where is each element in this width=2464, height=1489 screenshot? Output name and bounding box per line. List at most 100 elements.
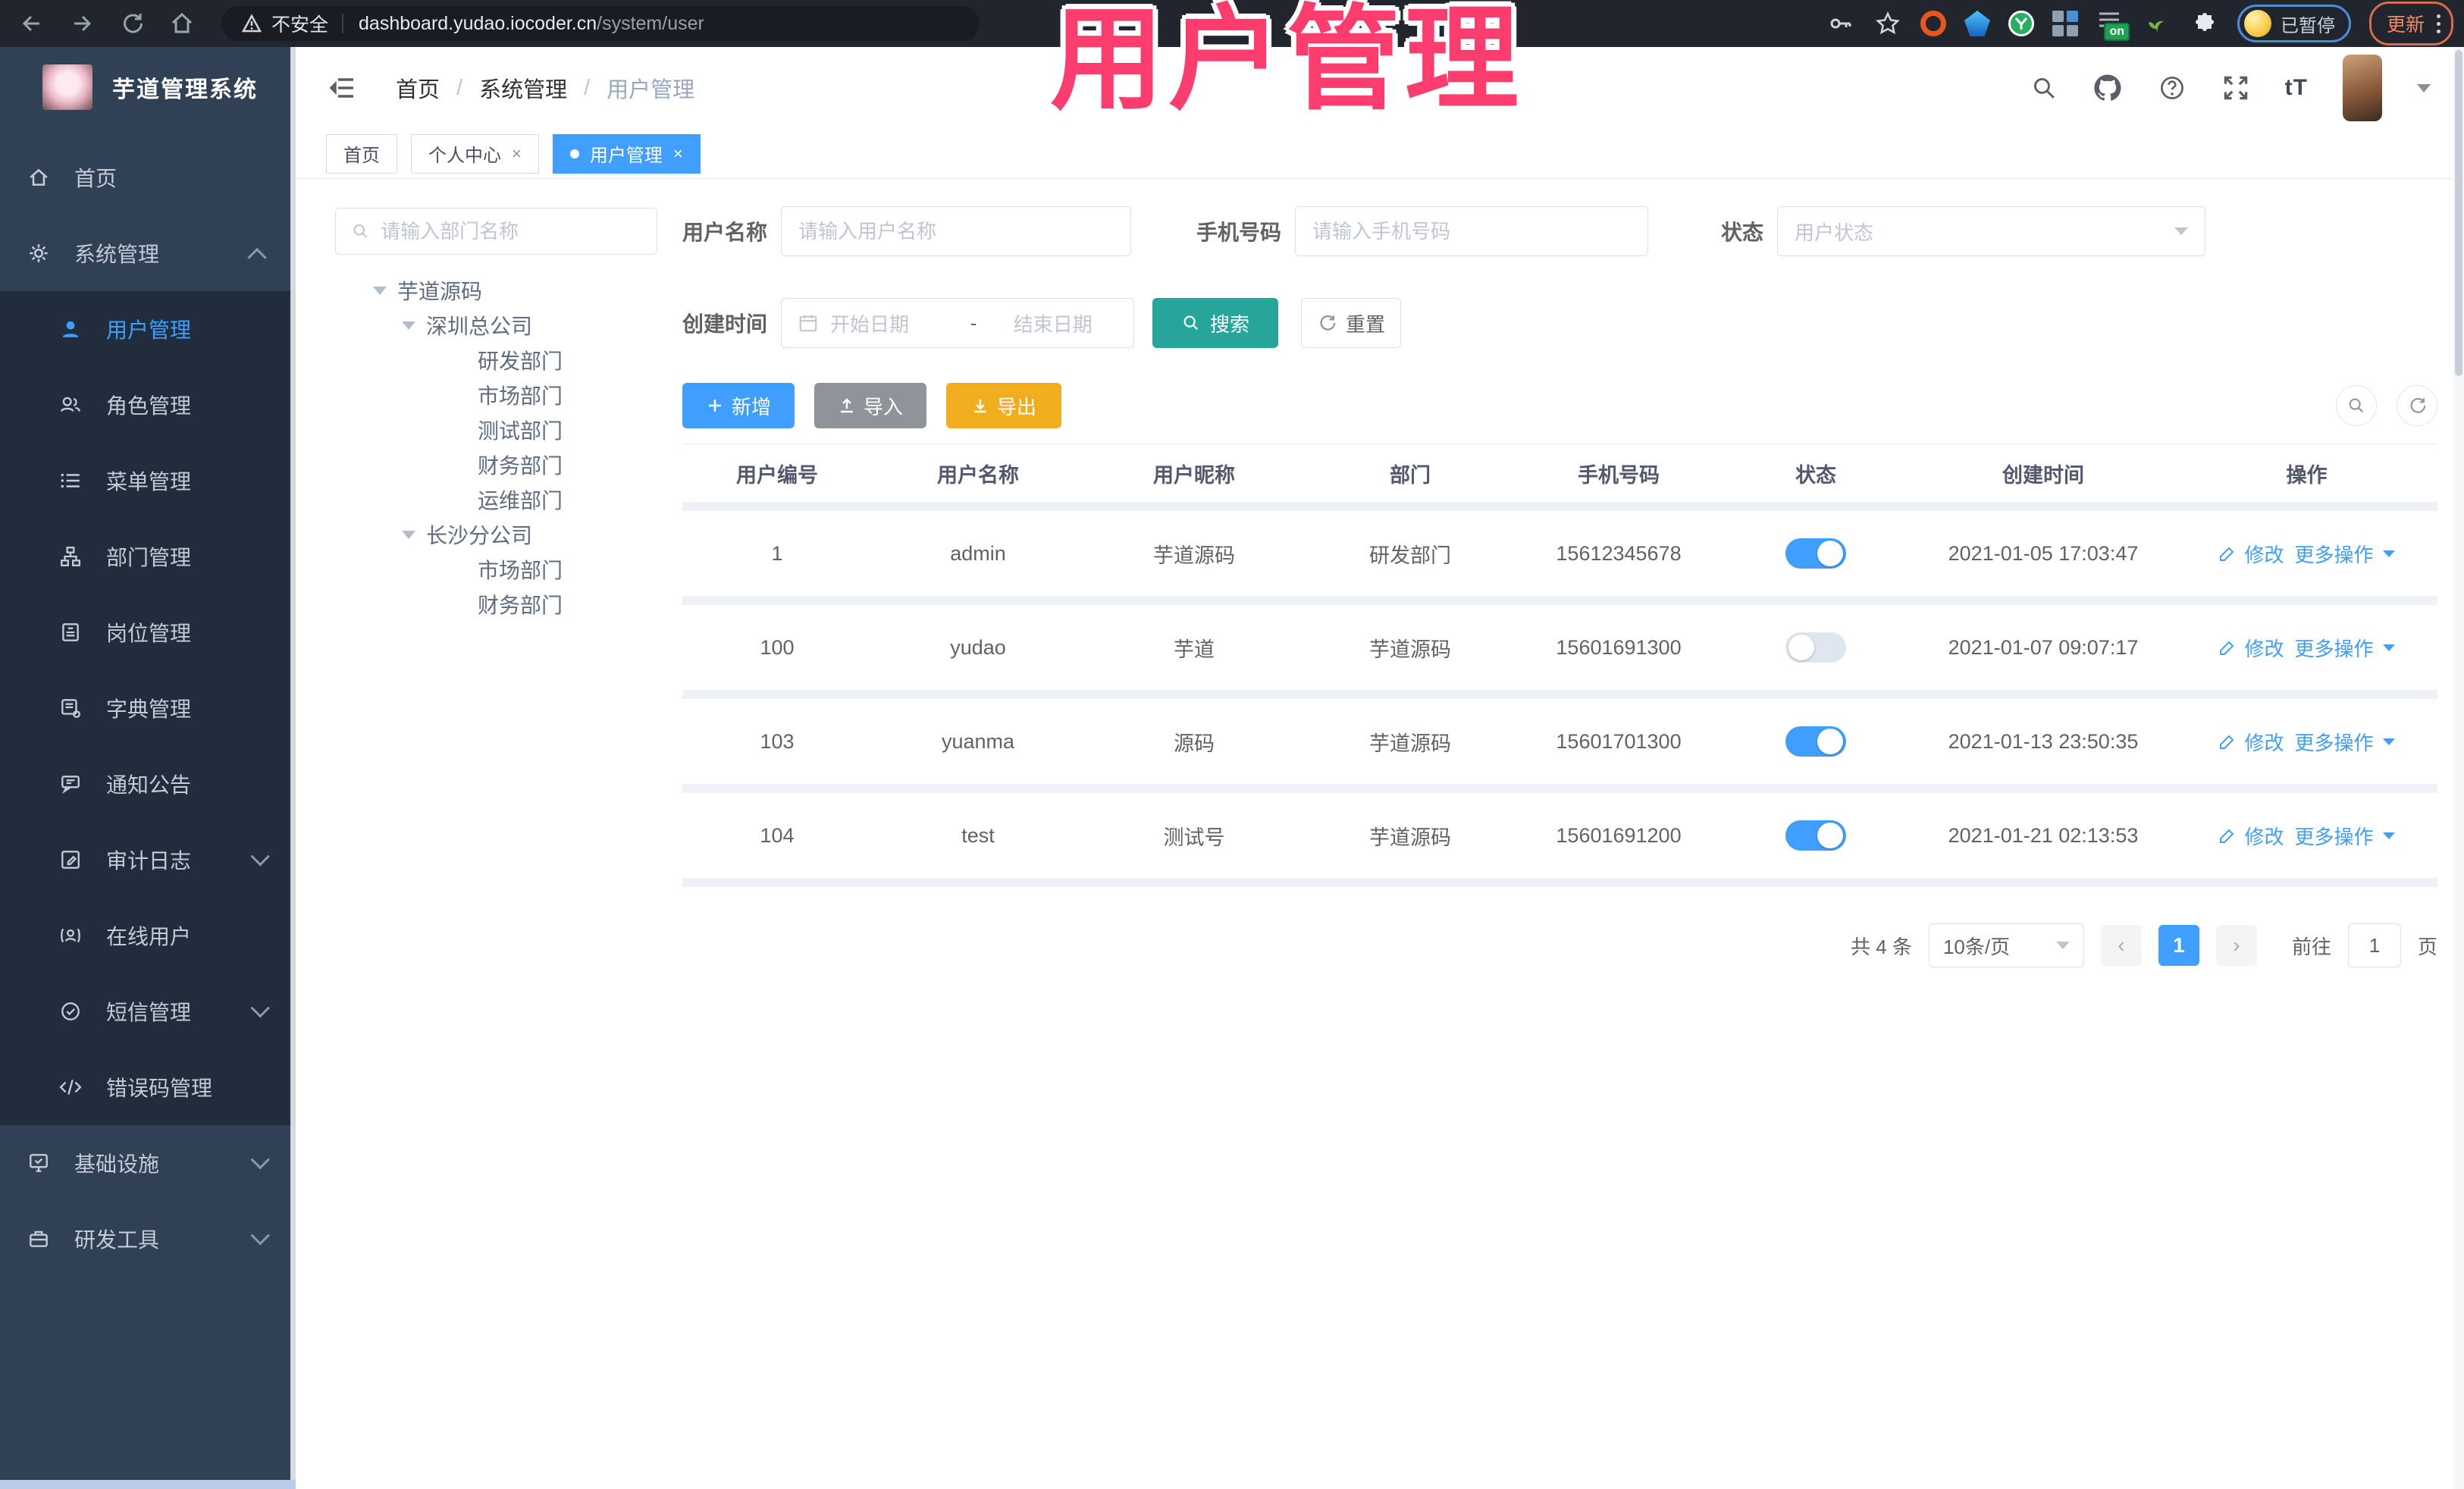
- sidebar-item-infrastructure[interactable]: 基础设施: [0, 1125, 296, 1201]
- sidebar-item-notice[interactable]: 通知公告: [0, 746, 296, 822]
- user-avatar[interactable]: [2343, 55, 2382, 121]
- mobile-field[interactable]: [1295, 206, 1649, 256]
- browser-home-button[interactable]: [167, 8, 197, 39]
- page-scrollbar[interactable]: [2453, 47, 2464, 1489]
- sidebar-item-online-users[interactable]: 在线用户: [0, 898, 296, 973]
- close-icon[interactable]: ×: [512, 144, 522, 164]
- close-icon[interactable]: ×: [673, 144, 683, 164]
- search-button[interactable]: 搜索: [1152, 298, 1279, 348]
- status-toggle[interactable]: [1785, 632, 1846, 663]
- sidebar-item-system[interactable]: 系统管理: [0, 215, 296, 291]
- page-number-button[interactable]: 1: [2158, 925, 2199, 966]
- more-actions-link[interactable]: 更多操作: [2295, 634, 2395, 662]
- status-toggle[interactable]: [1785, 820, 1846, 851]
- sidebar-item-dev-tools[interactable]: 研发工具: [0, 1201, 296, 1277]
- mobile-input[interactable]: [1312, 219, 1632, 243]
- tree-expand-icon[interactable]: [402, 321, 415, 330]
- bookmark-star-icon[interactable]: [1873, 9, 1902, 38]
- tree-expand-icon[interactable]: [402, 530, 415, 539]
- sidebar-item-menu-mgmt[interactable]: 菜单管理: [0, 443, 296, 519]
- browser-menu-icon[interactable]: [2437, 14, 2440, 33]
- browser-update-button[interactable]: 更新: [2368, 2, 2453, 45]
- col-header[interactable]: 操作: [2176, 459, 2437, 488]
- tree-node[interactable]: 芋道源码: [335, 273, 669, 308]
- tag-user-mgmt[interactable]: 用户管理 ×: [552, 133, 701, 174]
- tree-node[interactable]: 研发部门: [335, 343, 669, 378]
- tree-node[interactable]: 运维部门: [335, 482, 669, 517]
- import-button[interactable]: 导入: [814, 383, 926, 428]
- extensions-puzzle-icon[interactable]: [2190, 9, 2219, 38]
- tree-node[interactable]: 深圳总公司: [335, 308, 669, 343]
- address-bar[interactable]: 不安全 dashboard.yudao.iocoder.cn /system/u…: [221, 6, 980, 41]
- tree-node[interactable]: 测试部门: [335, 412, 669, 447]
- sidebar-item-user-mgmt[interactable]: 用户管理: [0, 291, 296, 367]
- collapse-sidebar-icon[interactable]: [329, 74, 356, 102]
- more-actions-link[interactable]: 更多操作: [2295, 822, 2395, 850]
- next-page-button[interactable]: ›: [2215, 925, 2257, 966]
- github-icon[interactable]: [2093, 73, 2123, 103]
- breadcrumb-home[interactable]: 首页: [396, 72, 440, 104]
- sidebar-item-post-mgmt[interactable]: 岗位管理: [0, 594, 296, 670]
- col-header[interactable]: 手机号码: [1516, 459, 1721, 488]
- extension-ubuntu-icon[interactable]: [1920, 11, 1946, 36]
- browser-back-button[interactable]: [17, 8, 47, 39]
- breadcrumb-section[interactable]: 系统管理: [479, 72, 567, 104]
- show-search-toggle-button[interactable]: [2336, 385, 2377, 426]
- browser-forward-button[interactable]: [67, 8, 97, 39]
- sidebar-item-home[interactable]: 首页: [0, 139, 296, 215]
- browser-profile-badge[interactable]: 已暂停: [2237, 5, 2351, 42]
- col-header[interactable]: 部门: [1304, 459, 1516, 488]
- tag-profile[interactable]: 个人中心 ×: [411, 133, 539, 174]
- extension-drop-icon[interactable]: [1964, 11, 1990, 36]
- extension-sprout-icon[interactable]: [2143, 9, 2172, 38]
- header-search-icon[interactable]: [2030, 74, 2058, 102]
- sidebar-scrollbar[interactable]: [290, 47, 296, 1489]
- sidebar-item-errorcode-mgmt[interactable]: 错误码管理: [0, 1049, 296, 1125]
- edit-link[interactable]: 修改: [2218, 540, 2284, 568]
- prev-page-button[interactable]: ‹: [2100, 925, 2142, 966]
- sidebar-item-role-mgmt[interactable]: 角色管理: [0, 367, 296, 443]
- password-key-icon[interactable]: [1826, 9, 1855, 38]
- extension-adblock-icon[interactable]: on: [2096, 9, 2130, 41]
- col-header[interactable]: 创建时间: [1911, 459, 2176, 488]
- tree-node[interactable]: 财务部门: [335, 587, 669, 622]
- security-warning-icon[interactable]: [241, 13, 262, 34]
- sidebar-item-audit-log[interactable]: 审计日志: [0, 822, 296, 898]
- sidebar-horizontal-scrollbar[interactable]: [0, 1480, 296, 1489]
- font-size-icon[interactable]: tT: [2285, 75, 2308, 101]
- sidebar-item-sms-mgmt[interactable]: 短信管理: [0, 973, 296, 1049]
- status-toggle[interactable]: [1785, 538, 1846, 569]
- tree-expand-icon[interactable]: [373, 286, 387, 295]
- col-header[interactable]: 用户编号: [682, 459, 872, 488]
- sidebar-item-dept-mgmt[interactable]: 部门管理: [0, 519, 296, 594]
- fullscreen-icon[interactable]: [2221, 74, 2250, 102]
- more-actions-link[interactable]: 更多操作: [2295, 728, 2395, 756]
- dept-search-input[interactable]: [381, 219, 641, 243]
- tree-node[interactable]: 市场部门: [335, 552, 669, 587]
- tree-node[interactable]: 长沙分公司: [335, 517, 669, 552]
- edit-link[interactable]: 修改: [2218, 822, 2284, 850]
- tag-home[interactable]: 首页: [326, 133, 397, 174]
- help-icon[interactable]: [2158, 74, 2187, 102]
- page-size-select[interactable]: 10条/页: [1928, 923, 2084, 967]
- extension-y-icon[interactable]: [2008, 11, 2034, 36]
- status-select[interactable]: 用户状态: [1777, 206, 2206, 256]
- col-header[interactable]: 用户名称: [872, 459, 1084, 488]
- edit-link[interactable]: 修改: [2218, 728, 2284, 756]
- goto-page-input[interactable]: [2347, 923, 2401, 967]
- col-header[interactable]: 用户昵称: [1084, 459, 1304, 488]
- tree-node[interactable]: 财务部门: [335, 447, 669, 482]
- edit-link[interactable]: 修改: [2218, 634, 2284, 662]
- reset-button[interactable]: 重置: [1301, 298, 1402, 348]
- export-button[interactable]: 导出: [946, 383, 1061, 428]
- refresh-table-button[interactable]: [2397, 385, 2437, 426]
- username-field[interactable]: [781, 206, 1132, 256]
- add-button[interactable]: 新增: [682, 383, 795, 428]
- username-input[interactable]: [798, 219, 1114, 243]
- dept-search-box[interactable]: [335, 208, 657, 255]
- date-range-picker[interactable]: 开始日期 - 结束日期: [781, 298, 1135, 348]
- tree-node[interactable]: 市场部门: [335, 378, 669, 412]
- status-toggle[interactable]: [1785, 726, 1846, 757]
- avatar-dropdown-caret-icon[interactable]: [2417, 83, 2431, 92]
- sidebar-item-dict-mgmt[interactable]: 字典管理: [0, 670, 296, 746]
